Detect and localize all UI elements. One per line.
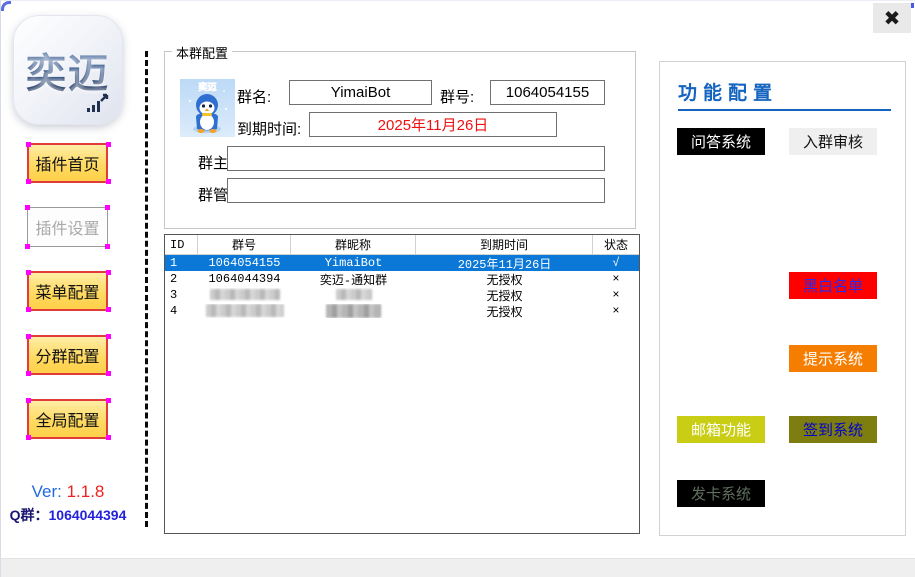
table-row[interactable]: 3 无授权 × bbox=[165, 287, 639, 303]
group-name-label: 群名: bbox=[237, 86, 271, 107]
cell-id: 1 bbox=[165, 256, 198, 270]
chart-arrow-icon bbox=[85, 93, 111, 115]
version-line: Ver: 1.1.8 bbox=[1, 482, 135, 502]
plugin-config-window: ✖ 奕迈 插件首页 插件设置 菜单配置 分群配置 全局配置 Ver: 1.1.8… bbox=[0, 0, 915, 577]
group-number-input[interactable] bbox=[490, 80, 605, 105]
sidebar-item-label: 菜单配置 bbox=[35, 279, 99, 303]
cell-status: √ bbox=[593, 256, 639, 270]
table-row[interactable]: 4 无授权 × bbox=[165, 303, 639, 319]
group-list-table: ID 群号 群昵称 到期时间 状态 1 1064054155 YimaiBot … bbox=[164, 234, 640, 534]
sidebar-item-label: 分群配置 bbox=[35, 343, 99, 367]
expire-date-input[interactable] bbox=[309, 112, 557, 137]
cell-status: × bbox=[593, 288, 639, 302]
app-logo: 奕迈 bbox=[13, 15, 123, 125]
column-header-expire[interactable]: 到期时间 bbox=[416, 235, 593, 254]
sidebar-item-label: 插件首页 bbox=[35, 151, 99, 175]
feature-config-panel: 功能配置 问答系统 入群审核 黑白名单 提示系统 邮箱功能 签到系统 发卡系统 bbox=[659, 61, 906, 536]
feature-button-card-system[interactable]: 发卡系统 bbox=[677, 480, 765, 507]
cell-group-number: 1064054155 bbox=[198, 256, 291, 270]
group-name-input[interactable] bbox=[289, 80, 432, 105]
column-header-number[interactable]: 群号 bbox=[198, 235, 291, 254]
close-icon: ✖ bbox=[884, 6, 901, 31]
column-header-nickname[interactable]: 群昵称 bbox=[291, 235, 416, 254]
cell-group-nickname: YimaiBot bbox=[291, 256, 416, 270]
feature-button-checkin-system[interactable]: 签到系统 bbox=[789, 416, 877, 443]
sidebar-separator bbox=[145, 51, 148, 527]
feature-button-join-review[interactable]: 入群审核 bbox=[789, 128, 877, 155]
cell-expire: 无授权 bbox=[416, 271, 593, 288]
cell-status: × bbox=[593, 304, 639, 318]
feature-panel-title: 功能配置 bbox=[678, 78, 778, 105]
column-header-status[interactable]: 状态 bbox=[593, 235, 639, 254]
qgroup-number: 1064044394 bbox=[49, 507, 127, 523]
feature-button-tip-system[interactable]: 提示系统 bbox=[789, 345, 877, 372]
cell-group-number-redacted bbox=[198, 304, 291, 318]
cell-expire: 2025年11月26日 bbox=[416, 255, 593, 272]
group-number-label: 群号: bbox=[440, 86, 474, 107]
feature-button-qa-system[interactable]: 问答系统 bbox=[677, 128, 765, 155]
group-config-title: 本群配置 bbox=[172, 43, 232, 62]
table-row[interactable]: 2 1064044394 奕迈-通知群 无授权 × bbox=[165, 271, 639, 287]
sidebar-item-global-config[interactable]: 全局配置 bbox=[27, 399, 108, 439]
cell-group-nickname-redacted bbox=[291, 304, 416, 318]
version-label: Ver: bbox=[32, 482, 62, 501]
feature-button-blackwhite-list[interactable]: 黑白名单 bbox=[789, 272, 877, 299]
cell-id: 3 bbox=[165, 288, 198, 302]
cell-group-number-redacted bbox=[198, 288, 291, 302]
penguin-avatar-image: 奕迈 bbox=[180, 79, 235, 137]
sidebar-item-plugin-home[interactable]: 插件首页 bbox=[27, 143, 108, 183]
cell-expire: 无授权 bbox=[416, 287, 593, 304]
svg-text:奕迈: 奕迈 bbox=[198, 81, 216, 92]
sidebar-item-menu-config[interactable]: 菜单配置 bbox=[27, 271, 108, 311]
cell-group-nickname: 奕迈-通知群 bbox=[291, 271, 416, 288]
cell-id: 4 bbox=[165, 304, 198, 318]
feature-title-underline bbox=[678, 109, 891, 111]
column-header-id[interactable]: ID bbox=[165, 235, 198, 254]
table-row[interactable]: 1 1064054155 YimaiBot 2025年11月26日 √ bbox=[165, 255, 639, 271]
sidebar-item-subgroup-config[interactable]: 分群配置 bbox=[27, 335, 108, 375]
cell-group-nickname-redacted bbox=[291, 288, 416, 302]
sidebar-item-plugin-settings[interactable]: 插件设置 bbox=[27, 207, 108, 247]
group-owner-input[interactable] bbox=[227, 146, 605, 171]
cell-group-number: 1064044394 bbox=[198, 272, 291, 286]
table-header-row: ID 群号 群昵称 到期时间 状态 bbox=[165, 235, 639, 255]
qgroup-line: Q群：1064044394 bbox=[1, 505, 135, 525]
sidebar-item-label: 全局配置 bbox=[35, 407, 99, 431]
footer-strip bbox=[1, 558, 915, 577]
cell-status: × bbox=[593, 272, 639, 286]
close-button[interactable]: ✖ bbox=[873, 3, 911, 33]
qgroup-label: Q群： bbox=[10, 507, 49, 523]
cell-expire: 无授权 bbox=[416, 303, 593, 320]
feature-button-mail-function[interactable]: 邮箱功能 bbox=[677, 416, 765, 443]
cell-id: 2 bbox=[165, 272, 198, 286]
group-admin-input[interactable] bbox=[227, 178, 605, 203]
version-value: 1.1.8 bbox=[67, 482, 105, 501]
app-logo-text: 奕迈 bbox=[26, 41, 110, 99]
expire-date-label: 到期时间: bbox=[237, 118, 301, 139]
group-config-box: 本群配置 奕迈 bbox=[164, 51, 636, 229]
group-avatar: 奕迈 bbox=[180, 79, 235, 137]
window-corner-accent bbox=[1, 1, 11, 11]
sidebar-item-label: 插件设置 bbox=[35, 215, 99, 239]
